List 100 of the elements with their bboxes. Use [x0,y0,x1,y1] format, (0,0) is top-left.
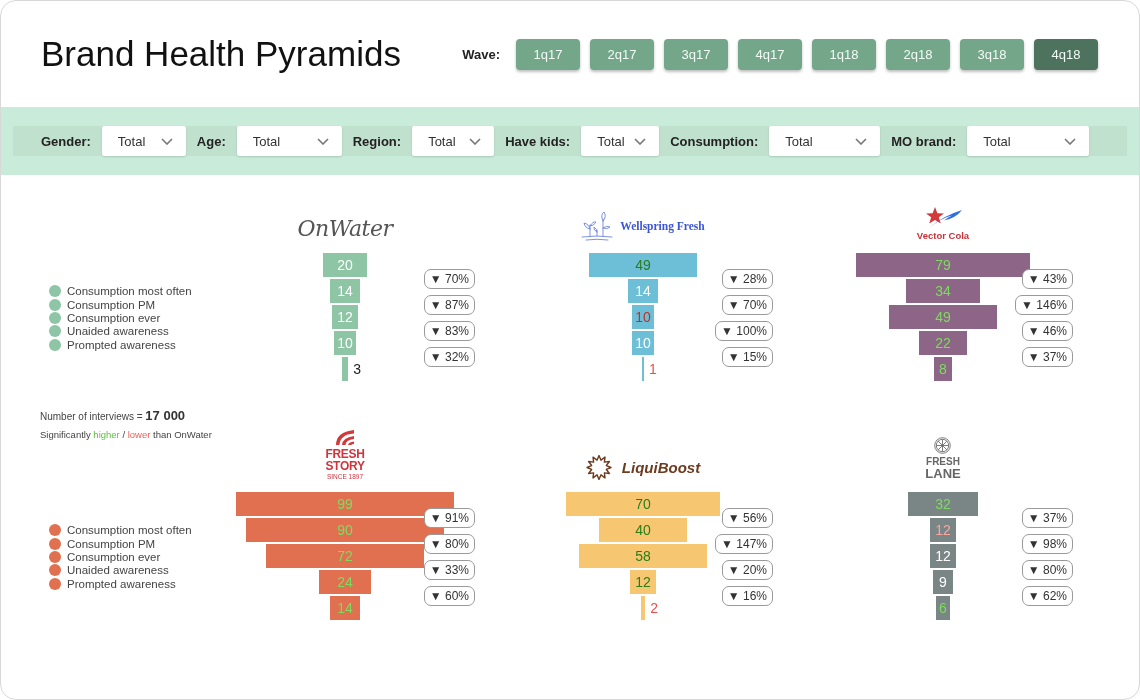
page-title: Brand Health Pyramids [41,33,401,75]
legend-label: Consumption ever [67,312,161,324]
bar-value: 14 [337,600,353,616]
brand-name: FRESH STORY [325,448,365,472]
bar-value: 12 [935,548,951,564]
brand-name: Wellspring Fresh [620,220,705,232]
bar-value: 58 [635,548,651,564]
chevron-down-icon [634,137,647,145]
bar-value: 6 [939,600,947,616]
bar-value: 9 [939,574,947,590]
dropdown[interactable]: Total [101,126,186,156]
legend-label: Consumption PM [67,537,156,550]
bar-value: 22 [935,335,951,351]
change-badge: ▼ 80% [1021,560,1073,580]
citrus-slice-icon [934,437,952,454]
filter-label: Age: [196,133,226,149]
bar-value: 10 [337,335,353,351]
change-badge: ▼ 37% [1021,508,1073,528]
change-badge: ▼ 91% [423,508,475,528]
wave-button[interactable]: 1q18 [812,38,876,70]
wave-button[interactable]: 1q17 [516,38,580,70]
change-badge: ▼ 98% [1021,534,1073,554]
dropdown[interactable]: Total [581,126,660,156]
dropdown[interactable]: Total [769,126,881,156]
legend-label: Consumption ever [67,551,161,563]
bar-value: 40 [635,522,651,538]
bar-value: 20 [337,257,353,273]
change-badge: ▼ 87% [423,295,475,315]
bar-value: 2 [650,600,658,616]
bar-value: 14 [337,283,353,299]
filter-label: MO brand: [891,133,957,149]
bar-value: 49 [635,257,651,273]
filter-label: Consumption: [670,133,759,149]
wave-label: Wave: [462,46,500,62]
wave-button[interactable]: 4q17 [738,38,802,70]
bar-value: 10 [635,335,651,351]
chevron-down-icon [469,137,482,145]
change-badge: ▼ 147% [715,534,773,554]
bar-value: 12 [337,309,353,325]
change-badge: ▼ 62% [1021,586,1073,606]
curved-stripes-icon [335,429,355,446]
change-badge: ▼ 32% [423,347,475,367]
change-badge: ▼ 20% [721,560,773,580]
brand-name: FRESH LANE [925,456,961,480]
change-badge: ▼ 33% [423,560,475,580]
change-badge: ▼ 100% [715,321,773,341]
interviews-note: Number of interviews = 17 000 [40,408,186,425]
wave-button[interactable]: 2q18 [886,38,950,70]
brand-name: Vector Cola [916,230,970,241]
chevron-down-icon [1064,137,1077,145]
wave-button[interactable]: 3q18 [960,38,1024,70]
change-badge: ▼ 16% [721,586,773,606]
wave-button[interactable]: 3q17 [664,38,728,70]
brand-name: OnWater [297,216,393,241]
filter-label: Have kids: [505,133,571,149]
change-badge: ▼ 37% [1021,347,1073,367]
dropdown[interactable]: Total [967,126,1090,156]
change-badge: ▼ 56% [721,508,773,528]
bar-value: 90 [337,522,353,538]
legend-label: Prompted awareness [67,338,176,351]
bar-value: 99 [337,496,353,512]
legend-label: Unaided awareness [67,325,169,338]
dropdown[interactable]: Total [236,126,342,156]
change-badge: ▼ 15% [721,347,773,367]
filter-label: Region: [352,133,402,149]
change-badge: ▼ 46% [1021,321,1073,341]
bar-value: 14 [635,283,651,299]
burst-icon [585,455,612,480]
legend-label: Consumption most often [67,285,192,298]
bar-value: 8 [939,361,947,377]
change-badge: ▼ 146% [1015,295,1073,315]
change-badge: ▼ 70% [423,269,475,289]
bar-value: 3 [353,361,362,377]
legend-label: Consumption PM [67,298,156,311]
sprout-icon [581,211,614,241]
bar-value: 32 [935,496,951,512]
bar-value: 34 [935,283,951,299]
bar-value: 79 [935,257,951,273]
chevron-down-icon [855,137,868,145]
legend-label: Unaided awareness [67,564,169,577]
change-badge: ▼ 28% [721,269,773,289]
significance-note: Significantly higher / lower than OnWater [40,428,212,441]
bar-value: 1 [649,361,657,377]
dropdown[interactable]: Total [412,126,495,156]
legend-label: Prompted awareness [67,577,176,590]
bar-value: 12 [635,574,651,590]
change-badge: ▼ 80% [423,534,475,554]
change-badge: ▼ 70% [721,295,773,315]
change-badge: ▼ 83% [423,321,475,341]
star-swoosh-icon [923,206,963,228]
bar-value: 49 [935,309,951,325]
bar-value: 12 [935,522,951,538]
filter-label: Gender: [41,133,91,149]
brand-name: LiquiBoost [621,459,701,476]
bar-value: 72 [337,548,353,564]
change-badge: ▼ 43% [1021,269,1073,289]
bar-value: 10 [635,309,651,325]
wave-button[interactable]: 4q18 [1034,38,1098,70]
change-badge: ▼ 60% [423,586,475,606]
wave-button[interactable]: 2q17 [590,38,654,70]
